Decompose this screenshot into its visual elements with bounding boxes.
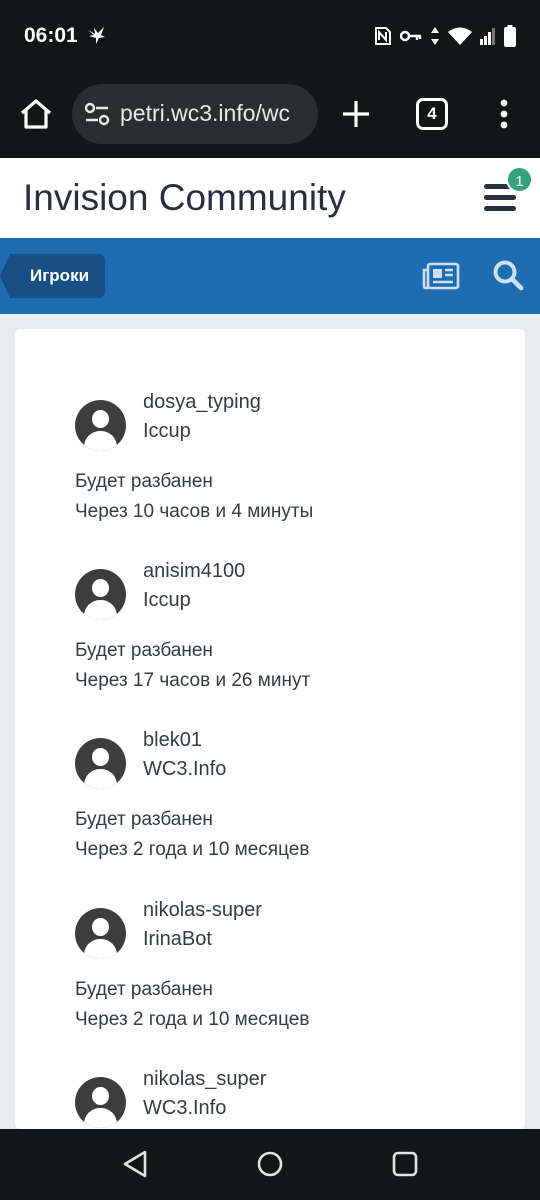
avatar-icon[interactable] <box>75 1077 126 1128</box>
home-icon[interactable] <box>18 96 54 132</box>
search-icon[interactable] <box>492 259 524 291</box>
avatar-icon[interactable] <box>75 400 126 451</box>
list-item: blek01 WC3.Info Будет разбанен Через 2 г… <box>75 729 505 889</box>
wifi-icon <box>448 27 472 45</box>
source-label: WC3.Info <box>143 1097 227 1119</box>
source-label: WC3.Info <box>143 758 227 780</box>
newspaper-icon[interactable] <box>422 262 460 290</box>
battery-icon <box>504 25 516 47</box>
list-item: anisim4100 Iccup Будет разбанен Через 17… <box>75 560 505 720</box>
list-item: nikolas_super WC3.Info <box>75 1068 505 1129</box>
username-link[interactable]: blek01 <box>143 729 202 752</box>
list-item: dosya_typing Iccup Будет разбанен Через … <box>75 391 505 551</box>
source-label: IrinaBot <box>143 928 212 950</box>
system-nav-bar <box>0 1129 540 1200</box>
site-header: Invision Community <box>0 158 540 238</box>
ban-time: Через 2 года и 10 месяцев <box>75 839 310 860</box>
username-link[interactable]: nikolas-super <box>143 899 262 922</box>
ban-label: Будет разбанен <box>75 809 213 830</box>
tab-switcher-button[interactable]: 4 <box>416 98 448 130</box>
breadcrumb[interactable]: Игроки <box>0 254 106 298</box>
avatar-icon[interactable] <box>75 738 126 789</box>
ban-label: Будет разбанен <box>75 979 213 1000</box>
key-icon <box>400 30 422 42</box>
list-item: nikolas-super IrinaBot Будет разбанен Че… <box>75 899 505 1059</box>
avatar-icon[interactable] <box>75 569 126 620</box>
content-card: dosya_typing Iccup Будет разбанен Через … <box>15 329 525 1129</box>
username-link[interactable]: dosya_typing <box>143 391 261 414</box>
username-link[interactable]: nikolas_super <box>143 1068 266 1091</box>
ban-label: Будет разбанен <box>75 471 213 492</box>
hamburger-line <box>484 206 516 211</box>
status-icons <box>374 24 516 48</box>
avatar-icon[interactable] <box>75 908 126 959</box>
url-text: petri.wc3.info/wc <box>120 100 291 126</box>
square-recents-icon[interactable] <box>392 1151 418 1177</box>
source-label: Iccup <box>143 589 191 611</box>
ban-label: Будет разбанен <box>75 640 213 661</box>
ban-time: Через 2 года и 10 месяцев <box>75 1009 310 1030</box>
ban-time: Через 10 часов и 4 минуты <box>75 501 314 522</box>
status-time: 06:01 <box>24 24 78 47</box>
dots-vertical-icon[interactable] <box>492 96 516 132</box>
status-bar: 06:01 <box>0 0 540 72</box>
browser-toolbar: petri.wc3.info/wc 4 <box>0 72 540 158</box>
ban-time: Через 17 часов и 26 минут <box>75 670 311 691</box>
site-settings-icon[interactable] <box>84 102 110 126</box>
source-label: Iccup <box>143 420 191 442</box>
data-arrows-icon <box>431 27 439 45</box>
circle-home-icon[interactable] <box>257 1151 283 1177</box>
back-icon[interactable] <box>122 1149 148 1179</box>
plus-icon[interactable] <box>340 96 372 132</box>
nav-bar: Игроки <box>0 238 540 314</box>
nfc-icon <box>375 27 391 45</box>
hamburger-line <box>484 195 516 200</box>
username-link[interactable]: anisim4100 <box>143 560 245 583</box>
notification-badge: 1 <box>506 166 533 193</box>
site-title[interactable]: Invision Community <box>23 177 346 219</box>
signal-icon <box>480 28 495 45</box>
address-bar[interactable]: petri.wc3.info/wc <box>72 84 318 144</box>
bird-icon <box>88 27 105 44</box>
